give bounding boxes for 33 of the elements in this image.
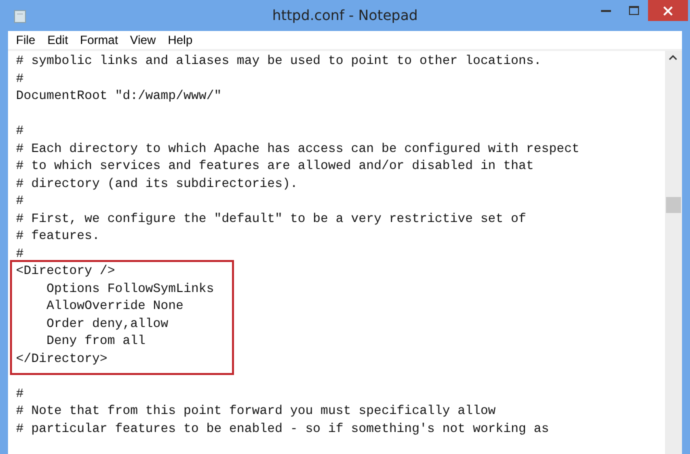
code-line: <Directory />	[16, 262, 115, 280]
menu-item[interactable]: View	[124, 33, 162, 47]
code-line: Order deny,allow	[45, 314, 168, 332]
code-line: #	[16, 70, 24, 87]
menu-item[interactable]: Help	[162, 33, 199, 47]
code-line: #	[16, 192, 24, 210]
code-line: </Directory>	[16, 350, 108, 367]
code-line: #	[16, 122, 24, 140]
close-button[interactable]	[648, 0, 688, 21]
code-line: DocumentRoot "d:/wamp/www/"	[16, 87, 222, 104]
code-line: Options FollowSymLinks	[45, 280, 214, 297]
code-line: Deny from all	[45, 332, 146, 350]
menu-item[interactable]: Format	[74, 33, 124, 47]
code-line: # symbolic links and aliases may be used to point to other locations.	[16, 52, 542, 70]
menu-item[interactable]: File	[10, 33, 42, 47]
code-line: # features.	[16, 227, 100, 244]
code-line: # Note that from this point forward you must specifically allow	[16, 402, 496, 420]
code-line: # First, we configure the "default" to be a very restrictive set of	[16, 210, 526, 227]
scrollbar[interactable]	[665, 51, 682, 454]
code-line: #	[16, 384, 24, 402]
maximize-icon	[629, 6, 639, 15]
code-line: # to which services and features are allowed and/or disabled in that	[16, 157, 534, 174]
window-title: httpd.conf - Notepad	[272, 8, 418, 24]
notepad-icon	[14, 10, 26, 22]
code-line: # directory (and its subdirectories).	[16, 174, 298, 192]
code-line: # particular features to be enabled - so if something's not working as	[16, 420, 549, 437]
close-icon	[663, 6, 673, 16]
code-line: # Each directory to which Apache has access can be configured with respect	[16, 140, 580, 157]
scroll-thumb[interactable]	[666, 197, 681, 213]
minimize-icon	[601, 9, 611, 12]
menu-item[interactable]: Edit	[41, 33, 74, 47]
code-line: AllowOverride None	[45, 297, 184, 314]
code-line: #	[16, 244, 24, 262]
